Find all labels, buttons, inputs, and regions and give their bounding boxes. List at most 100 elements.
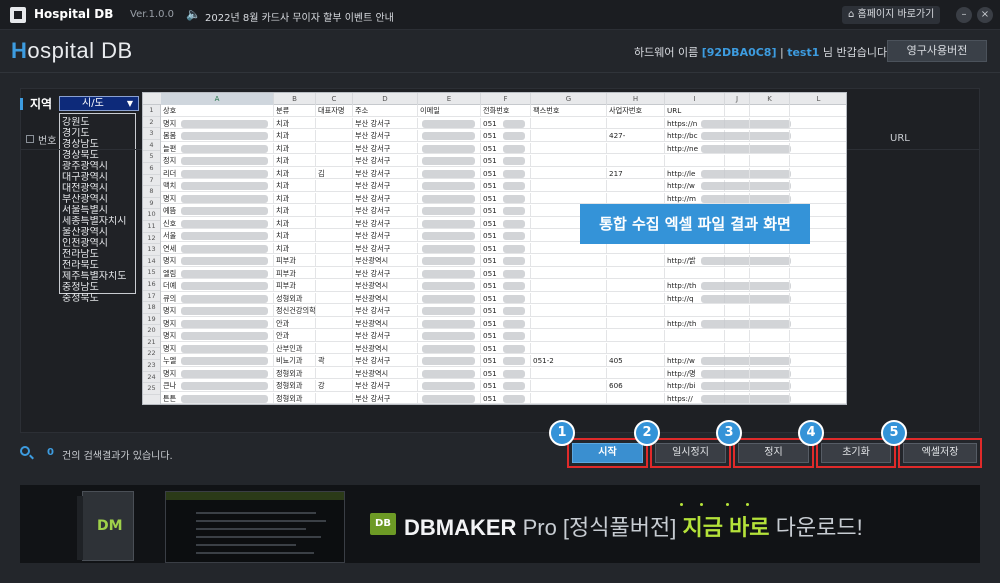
banner-headline: DBMAKER Pro [정식풀버전] 지금 바로 다운로드! <box>404 510 863 542</box>
action-button[interactable]: 초기화 <box>821 443 891 463</box>
sheet-cell <box>790 318 846 330</box>
sheet-cell <box>750 342 790 355</box>
separator: | <box>776 46 788 59</box>
permanent-version-button[interactable]: 영구사용버전 <box>887 40 987 62</box>
sheet-cell <box>750 255 790 267</box>
region-option[interactable]: 전라남도 <box>62 249 133 260</box>
redaction-blur <box>422 169 475 178</box>
sheet-cell: 217 <box>607 167 665 180</box>
sheet-cell <box>607 305 665 317</box>
redaction-blur <box>422 369 475 378</box>
homepage-button-label: 홈페이지 바로가기 <box>857 9 935 20</box>
sheet-cell: 강 <box>316 380 353 392</box>
region-option[interactable]: 강원도 <box>62 117 133 128</box>
column-header-no: 번호 <box>38 136 57 147</box>
sheet-cell: 부산 강서구 <box>353 330 418 342</box>
redaction-blur <box>181 344 268 353</box>
region-option[interactable]: 대구광역시 <box>62 172 133 183</box>
redaction-blur <box>181 382 268 390</box>
sheet-cell <box>316 330 353 342</box>
action-button[interactable]: 정지 <box>738 443 809 463</box>
redaction-blur <box>181 144 268 153</box>
region-option[interactable]: 광주광역시 <box>62 161 133 172</box>
sheet-cell <box>607 155 665 167</box>
sheet-cell: 피부과 <box>274 267 316 280</box>
close-button[interactable]: × <box>977 7 993 23</box>
notice-text[interactable]: 2022년 8월 카드사 무이자 할부 이벤트 안내 <box>205 9 394 24</box>
sheet-cell <box>725 267 750 280</box>
region-option[interactable]: 충청남도 <box>62 282 133 293</box>
sheet-cell <box>725 280 750 292</box>
redaction-blur <box>422 332 475 340</box>
sheet-cell <box>790 193 846 205</box>
redaction-blur <box>503 144 525 153</box>
sheet-cell: 정형외과 <box>274 367 316 380</box>
region-option[interactable]: 경상북도 <box>62 150 133 161</box>
action-button[interactable]: 엑셀저장 <box>903 443 977 463</box>
sheet-cell: 치과 <box>274 167 316 180</box>
sheet-header-cell: 상호 <box>161 105 274 117</box>
sheet-cell <box>607 330 665 342</box>
sheet-cell <box>316 142 353 155</box>
sheet-cell <box>531 280 607 292</box>
column-header-url: URL <box>890 133 910 144</box>
sheet-cell <box>531 117 607 130</box>
dbmaker-banner[interactable]: DM DB DBMAKER Pro [정식풀버전] 지금 바로 다운로드! <box>20 485 980 563</box>
redaction-blur <box>422 319 475 328</box>
sheet-cell <box>316 292 353 305</box>
sheet-cell <box>725 130 750 142</box>
sheet-row-header: 17 <box>143 291 160 303</box>
redaction-blur <box>422 307 475 315</box>
region-select[interactable]: 시/도 ▼ <box>59 96 139 111</box>
action-highlight: 엑셀저장 <box>898 438 982 468</box>
homepage-button[interactable]: ⌂ 홈페이지 바로가기 <box>842 6 941 24</box>
region-option[interactable]: 세종특별자치시 <box>62 216 133 227</box>
redaction-blur <box>181 244 268 253</box>
sheet-cell: 부산 강서구 <box>353 142 418 155</box>
sheet-cell <box>607 392 665 404</box>
minimize-button[interactable]: – <box>956 7 972 23</box>
sheet-cell <box>790 393 846 404</box>
sheet-cell <box>531 330 607 342</box>
sheet-cell <box>750 280 790 292</box>
sheet-cell: 치과 <box>274 242 316 255</box>
sheet-cell <box>316 267 353 280</box>
product-box-image: DM <box>77 491 134 561</box>
redaction-blur <box>181 394 268 403</box>
brand-name: ospital DB <box>27 38 133 63</box>
sheet-cell <box>725 255 750 267</box>
region-option[interactable]: 서울특별시 <box>62 205 133 216</box>
action-button[interactable]: 시작 <box>572 443 643 463</box>
redaction-blur <box>181 269 268 278</box>
region-option[interactable]: 울산광역시 <box>62 227 133 238</box>
redaction-blur <box>503 169 525 178</box>
brand-initial: H <box>11 38 28 63</box>
sheet-cell <box>316 255 353 267</box>
sheet-cell <box>790 130 846 142</box>
region-option[interactable]: 충청북도 <box>62 293 133 304</box>
screenshot-line <box>196 528 306 530</box>
sheet-cell <box>531 192 607 205</box>
redaction-blur <box>503 244 525 253</box>
app-title: Hospital DB <box>34 7 114 21</box>
sheet-cell <box>607 280 665 292</box>
sheet-column-header: J <box>725 93 750 105</box>
sheet-cell <box>750 130 790 142</box>
sheet-cell: 부산광역시 <box>353 367 418 380</box>
region-option[interactable]: 제주특별자치도 <box>62 271 133 282</box>
home-icon: ⌂ <box>848 9 858 20</box>
redaction-blur <box>422 294 475 303</box>
select-all-checkbox[interactable] <box>26 135 34 143</box>
redaction-blur <box>422 244 475 253</box>
region-option[interactable]: 전라북도 <box>62 260 133 271</box>
region-option[interactable]: 인천광역시 <box>62 238 133 249</box>
sheet-cell <box>750 155 790 167</box>
sheet-cell <box>725 292 750 305</box>
region-option[interactable]: 대전광역시 <box>62 183 133 194</box>
action-button[interactable]: 일시정지 <box>655 443 726 463</box>
sheet-row-header: 20 <box>143 325 160 337</box>
hw-id: [92DBA0C8] <box>701 46 777 59</box>
redaction-blur <box>503 132 525 140</box>
region-option[interactable]: 부산광역시 <box>62 194 133 205</box>
sheet-cell <box>725 155 750 167</box>
